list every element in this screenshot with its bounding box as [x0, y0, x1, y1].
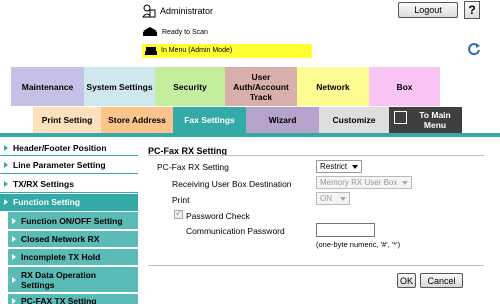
print-label: Print — [172, 195, 190, 205]
menu-item-label: Header/Footer Position — [13, 142, 107, 153]
receiving-user-box-destination-label: Receiving User Box Destination — [172, 179, 292, 189]
main-menu-label: To Main Menu — [419, 110, 451, 130]
menu-item-label: Function Setting — [13, 197, 81, 207]
tab-system-settings[interactable]: System Settings — [84, 67, 155, 106]
password-check-label: Password Check — [186, 211, 250, 221]
arrow-right-icon — [12, 297, 16, 304]
tab-maintenance[interactable]: Maintenance — [11, 67, 84, 106]
password-hint: (one-byte numeric, '#', '*') — [316, 240, 401, 249]
menu-item-label: TX/RX Settings — [13, 178, 74, 189]
menu-item-label: RX Data Operation Settings — [21, 269, 97, 290]
cancel-button[interactable]: Cancel — [420, 273, 463, 288]
tab-wizard[interactable]: Wizard — [246, 107, 319, 133]
logout-button[interactable]: Logout — [398, 2, 458, 18]
tab-customize[interactable]: Customize — [319, 107, 389, 133]
pc-fax-rx-setting-select[interactable]: Restrict — [316, 160, 362, 173]
selected-value: Memory RX User Box — [320, 178, 398, 187]
arrow-right-icon — [12, 254, 16, 260]
communication-password-label: Communication Password — [186, 226, 285, 236]
tab-fax-settings[interactable]: Fax Settings — [173, 107, 246, 133]
tab-security[interactable]: Security — [155, 67, 225, 106]
help-button[interactable]: ? — [464, 1, 480, 19]
menu-item-label: Line Parameter Setting — [13, 160, 106, 170]
chevron-down-icon — [352, 165, 358, 169]
selected-value: ON — [320, 194, 332, 203]
communication-password-input[interactable] — [316, 223, 375, 237]
menu-line-parameter-setting[interactable]: Line Parameter Setting — [0, 157, 138, 174]
print-select[interactable]: ON — [316, 192, 350, 205]
refresh-icon[interactable] — [467, 42, 481, 56]
pc-fax-rx-setting-label: PC-Fax RX Setting — [157, 162, 229, 172]
device-status: Ready to Scan — [162, 29, 208, 36]
tab-store-address[interactable]: Store Address — [101, 107, 173, 133]
arrow-right-icon — [12, 276, 16, 283]
administrator-icon — [142, 4, 156, 18]
ok-button[interactable]: OK — [397, 273, 416, 288]
machine-icon — [145, 47, 157, 55]
selected-value: Restrict — [320, 162, 348, 171]
tab-underline — [0, 133, 500, 137]
arrow-right-icon — [4, 162, 8, 168]
menu-tx-rx-settings[interactable]: TX/RX Settings — [0, 175, 138, 193]
chevron-down-icon — [340, 197, 346, 201]
menu-header-footer-position[interactable]: Header/Footer Position — [0, 140, 138, 156]
arrow-right-icon — [12, 236, 16, 242]
main-menu-icon — [394, 111, 407, 124]
menu-item-label: Closed Network RX — [21, 234, 100, 244]
receiving-user-box-destination-select[interactable]: Memory RX User Box — [316, 176, 412, 189]
tab-print-setting[interactable]: Print Setting — [33, 107, 101, 133]
menu-item-label: PC-FAX TX Setting — [21, 295, 97, 304]
arrow-right-icon — [12, 217, 16, 224]
menu-pc-fax-tx-setting[interactable]: PC-FAX TX Setting — [8, 294, 138, 304]
tab-user-auth[interactable]: User Auth/Account Track — [225, 67, 297, 106]
menu-closed-network-rx[interactable]: Closed Network RX — [8, 231, 138, 248]
arrow-right-icon — [4, 144, 8, 151]
checkmark-icon: ✓ — [175, 208, 183, 218]
arrow-right-icon — [4, 180, 8, 187]
menu-function-setting[interactable]: Function Setting — [0, 194, 138, 211]
menu-item-label: Function ON/OFF Setting — [21, 215, 123, 226]
tab-network[interactable]: Network — [297, 67, 369, 106]
menu-function-onoff-setting[interactable]: Function ON/OFF Setting — [8, 212, 138, 230]
menu-incomplete-tx-hold[interactable]: Incomplete TX Hold — [8, 249, 138, 266]
chevron-down-icon — [402, 181, 408, 185]
admin-mode-text: In Menu (Admin Mode) — [161, 47, 233, 54]
form-divider — [148, 265, 484, 266]
user-name: Administrator — [160, 6, 214, 16]
menu-item-label: Incomplete TX Hold — [21, 252, 101, 262]
menu-rx-data-operation-settings[interactable]: RX Data Operation Settings — [8, 267, 138, 293]
arrow-right-icon — [4, 199, 8, 205]
title-divider — [148, 155, 484, 156]
tab-box[interactable]: Box — [369, 67, 440, 106]
password-check-checkbox[interactable]: ✓ — [174, 208, 183, 219]
scanner-icon — [143, 27, 157, 36]
